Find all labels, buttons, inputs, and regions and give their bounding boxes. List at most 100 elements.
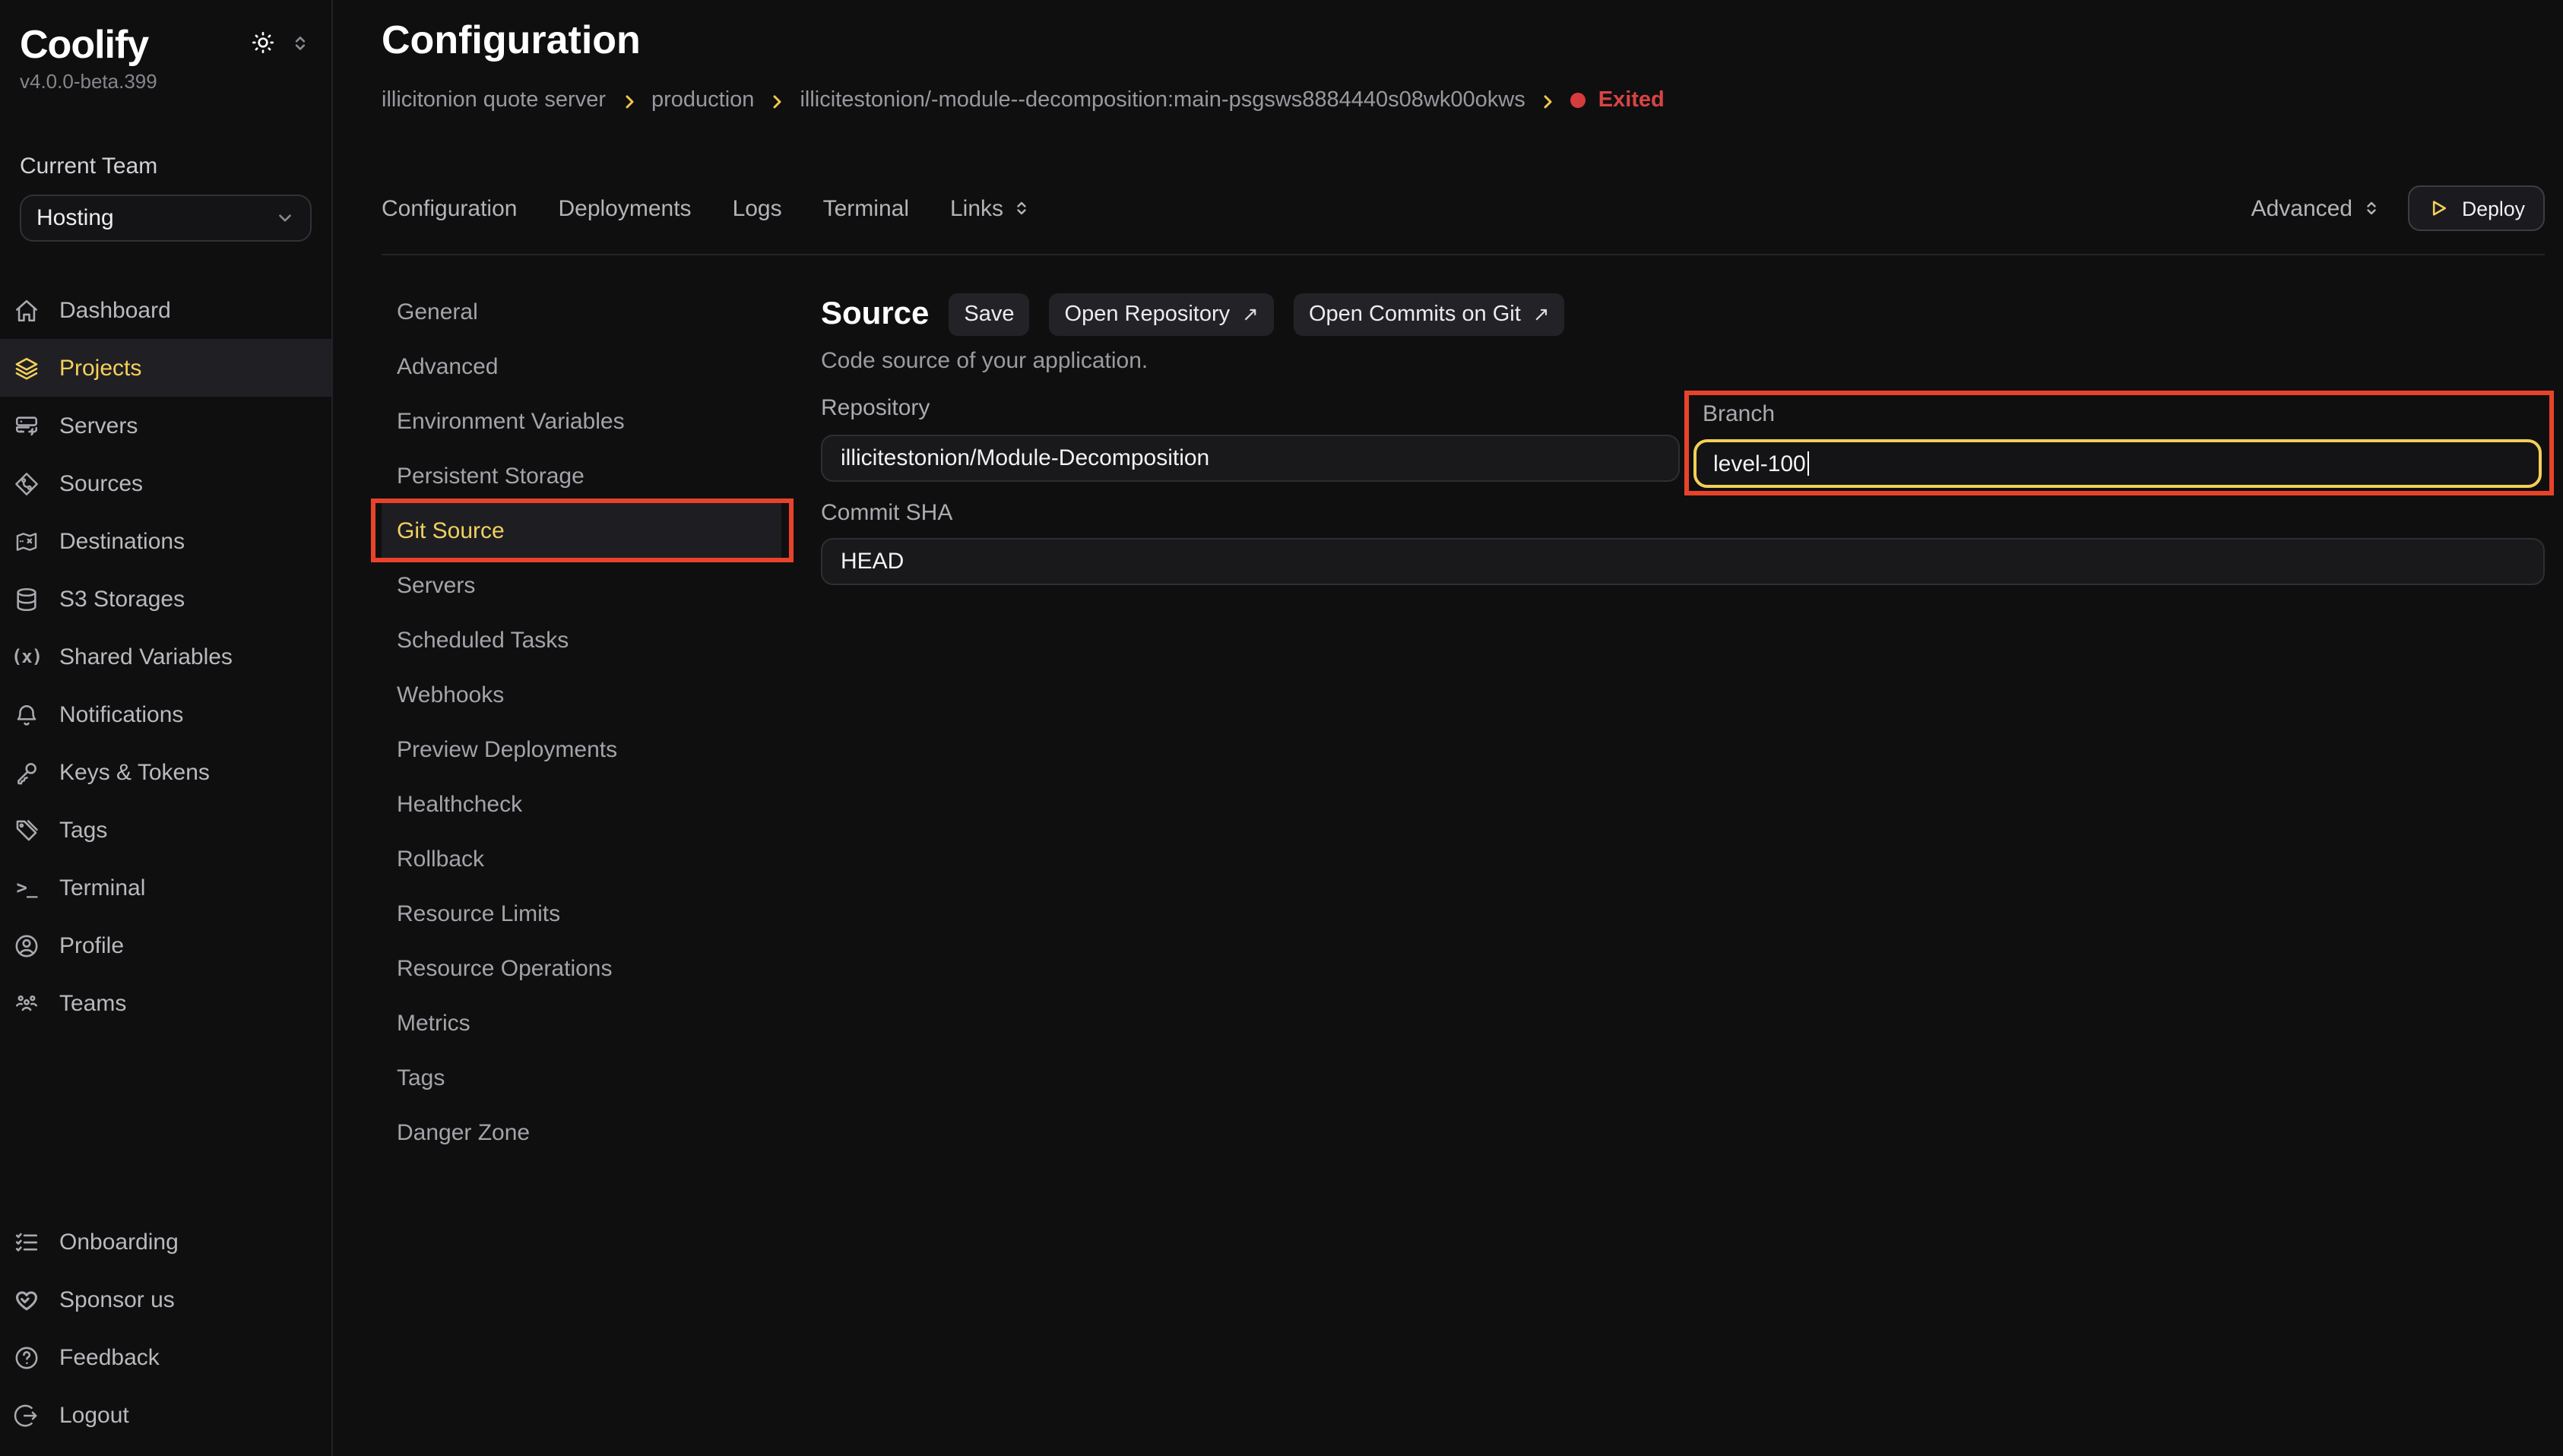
advanced-dropdown[interactable]: Advanced bbox=[2251, 195, 2380, 221]
sidebar-item-s3-storages[interactable]: S3 Storages bbox=[0, 570, 331, 628]
tab-links[interactable]: Links bbox=[950, 195, 1031, 221]
sidebar-item-sources[interactable]: Sources bbox=[0, 454, 331, 512]
advanced-label: Advanced bbox=[2251, 195, 2352, 221]
commit-sha-label: Commit SHA bbox=[821, 500, 2545, 527]
status-text: Exited bbox=[1598, 85, 1665, 116]
subnav-item-metrics[interactable]: Metrics bbox=[382, 995, 781, 1050]
save-button[interactable]: Save bbox=[949, 293, 1029, 336]
sidebar-item-label: Servers bbox=[59, 413, 138, 438]
commit-sha-input[interactable]: HEAD bbox=[821, 538, 2545, 585]
open-repository-button[interactable]: Open Repository ↗ bbox=[1050, 293, 1274, 336]
branch-input[interactable]: level-100 bbox=[1693, 439, 2542, 488]
sidebar-nav: Dashboard Projects Servers Sources Desti… bbox=[0, 281, 331, 1032]
sidebar-item-label: S3 Storages bbox=[59, 586, 185, 612]
subnav-item-healthcheck[interactable]: Healthcheck bbox=[382, 777, 781, 831]
layers-icon bbox=[14, 355, 40, 381]
subnav-item-environment-variables[interactable]: Environment Variables bbox=[382, 394, 781, 448]
sidebar-item-label: Projects bbox=[59, 355, 141, 381]
sidebar-item-notifications[interactable]: Notifications bbox=[0, 685, 331, 743]
sidebar-item-label: Destinations bbox=[59, 528, 185, 554]
chevron-up-down-icon bbox=[1012, 199, 1031, 217]
sidebar-item-terminal[interactable]: >_ Terminal bbox=[0, 859, 331, 916]
branch-label: Branch bbox=[1703, 401, 2549, 429]
key-icon bbox=[14, 759, 40, 785]
tag-icon bbox=[14, 817, 40, 843]
breadcrumb-project[interactable]: illicitonion quote server bbox=[382, 85, 606, 116]
sidebar-item-destinations[interactable]: Destinations bbox=[0, 512, 331, 570]
bell-icon bbox=[14, 701, 40, 727]
subnav-item-servers[interactable]: Servers bbox=[382, 558, 781, 612]
tab-terminal[interactable]: Terminal bbox=[823, 195, 909, 221]
breadcrumb-application[interactable]: illicitestonion/-module--decomposition:m… bbox=[800, 85, 1525, 116]
current-team-label: Current Team bbox=[0, 93, 331, 179]
open-repository-label: Open Repository bbox=[1065, 302, 1231, 327]
sidebar-collapse-chevron-up-down-icon[interactable] bbox=[290, 33, 310, 52]
repository-input[interactable]: illicitestonion/Module-Decomposition bbox=[821, 435, 1680, 482]
sidebar-item-projects[interactable]: Projects bbox=[0, 339, 331, 397]
sidebar-item-profile[interactable]: Profile bbox=[0, 916, 331, 974]
user-circle-icon bbox=[14, 932, 40, 958]
heart-hands-icon bbox=[14, 1287, 40, 1312]
coolify-app: Coolify v4.0.0-beta.399 Current Team Hos… bbox=[0, 0, 2563, 1456]
tab-links-label: Links bbox=[950, 195, 1003, 221]
sidebar-item-label: Sponsor us bbox=[59, 1287, 175, 1312]
sidebar-item-dashboard[interactable]: Dashboard bbox=[0, 281, 331, 339]
team-select-value: Hosting bbox=[36, 205, 114, 231]
deploy-label: Deploy bbox=[2462, 197, 2525, 220]
tab-configuration[interactable]: Configuration bbox=[382, 195, 517, 221]
chevron-right-icon bbox=[1539, 92, 1557, 110]
sidebar-item-feedback[interactable]: Feedback bbox=[0, 1328, 331, 1386]
variables-icon: (x) bbox=[14, 644, 40, 669]
subnav-item-preview-deployments[interactable]: Preview Deployments bbox=[382, 722, 781, 777]
app-version: v4.0.0-beta.399 bbox=[0, 67, 331, 93]
terminal-icon: >_ bbox=[14, 875, 40, 901]
repository-label: Repository bbox=[821, 395, 1680, 423]
theme-toggle-sun-icon[interactable] bbox=[251, 30, 275, 55]
subnav-item-general[interactable]: General bbox=[382, 284, 781, 339]
sidebar-item-sponsor-us[interactable]: Sponsor us bbox=[0, 1271, 331, 1328]
section-description: Code source of your application. bbox=[821, 348, 2545, 375]
config-subnav: General Advanced Environment Variables P… bbox=[382, 255, 781, 1160]
subnav-item-label: Git Source bbox=[397, 518, 505, 543]
logout-icon bbox=[14, 1402, 40, 1428]
sidebar-item-label: Logout bbox=[59, 1402, 129, 1428]
open-commits-button[interactable]: Open Commits on Git ↗ bbox=[1294, 293, 1565, 336]
map-icon bbox=[14, 528, 40, 554]
team-select[interactable]: Hosting bbox=[20, 195, 312, 242]
subnav-item-rollback[interactable]: Rollback bbox=[382, 831, 781, 886]
subnav-item-persistent-storage[interactable]: Persistent Storage bbox=[382, 448, 781, 503]
subnav-item-scheduled-tasks[interactable]: Scheduled Tasks bbox=[382, 612, 781, 667]
home-icon bbox=[14, 297, 40, 323]
subnav-item-webhooks[interactable]: Webhooks bbox=[382, 667, 781, 722]
subnav-item-resource-operations[interactable]: Resource Operations bbox=[382, 941, 781, 995]
sidebar-item-shared-variables[interactable]: (x) Shared Variables bbox=[0, 628, 331, 685]
chevron-right-icon bbox=[619, 92, 638, 110]
main-area: Configuration illicitonion quote server … bbox=[333, 0, 2563, 1456]
deploy-button[interactable]: Deploy bbox=[2407, 185, 2545, 231]
tab-deployments[interactable]: Deployments bbox=[558, 195, 691, 221]
breadcrumb-environment[interactable]: production bbox=[651, 85, 754, 116]
sidebar-item-logout[interactable]: Logout bbox=[0, 1386, 331, 1444]
git-source-icon bbox=[14, 470, 40, 496]
status-dot-icon bbox=[1571, 93, 1586, 108]
users-icon bbox=[14, 990, 40, 1016]
section-title: Source bbox=[821, 296, 929, 333]
subnav-item-git-source[interactable]: Git Source bbox=[382, 503, 781, 558]
checklist-icon bbox=[14, 1229, 40, 1255]
sidebar-item-onboarding[interactable]: Onboarding bbox=[0, 1213, 331, 1271]
subnav-item-danger-zone[interactable]: Danger Zone bbox=[382, 1105, 781, 1160]
breadcrumb: illicitonion quote server production ill… bbox=[382, 85, 2545, 116]
sidebar-item-label: Dashboard bbox=[59, 297, 171, 323]
subnav-item-advanced[interactable]: Advanced bbox=[382, 339, 781, 394]
sidebar-item-servers[interactable]: Servers bbox=[0, 397, 331, 454]
sidebar-item-tags[interactable]: Tags bbox=[0, 801, 331, 859]
play-icon bbox=[2427, 198, 2448, 219]
sidebar-item-teams[interactable]: Teams bbox=[0, 974, 331, 1032]
sidebar-item-label: Keys & Tokens bbox=[59, 759, 210, 785]
external-link-icon: ↗ bbox=[1242, 302, 1259, 327]
subnav-item-tags[interactable]: Tags bbox=[382, 1050, 781, 1105]
chevron-right-icon bbox=[768, 92, 786, 110]
sidebar-item-keys-tokens[interactable]: Keys & Tokens bbox=[0, 743, 331, 801]
subnav-item-resource-limits[interactable]: Resource Limits bbox=[382, 886, 781, 941]
tab-logs[interactable]: Logs bbox=[733, 195, 782, 221]
